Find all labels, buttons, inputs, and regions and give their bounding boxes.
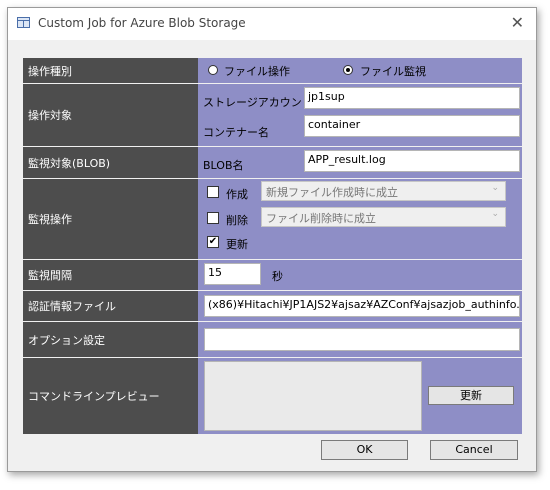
interval-label: 監視間隔 — [23, 260, 198, 290]
auth-file-label: 認証情報ファイル — [23, 291, 198, 321]
monitor-ops-area: 作成 新規ファイル作成時に成立 ⌄ 削除 ファイル削除時に成立 ⌄ ✔ 更新 — [198, 179, 522, 259]
close-icon[interactable]: ✕ — [511, 13, 524, 32]
ok-button[interactable]: OK — [321, 440, 408, 460]
interval-unit: 秒 — [272, 270, 283, 283]
options-area — [198, 322, 522, 357]
file-monitor-radio[interactable] — [343, 65, 353, 75]
options-input[interactable] — [204, 328, 520, 351]
delete-condition-select[interactable]: ファイル削除時に成立 ⌄ — [261, 207, 506, 227]
command-line-preview-box — [204, 361, 422, 431]
auth-file-area: (x86)¥Hitachi¥JP1AJS2¥ajsaz¥AZConf¥ajsaz… — [198, 291, 522, 321]
title-bar: Custom Job for Azure Blob Storage ✕ — [8, 8, 536, 40]
update-checkbox[interactable]: ✔ — [207, 236, 219, 248]
file-ops-radio-label[interactable]: ファイル操作 — [224, 63, 290, 79]
delete-label[interactable]: 削除 — [226, 212, 248, 228]
container-label: コンテナー名 — [203, 126, 269, 139]
blob-label: 監視対象(BLOB) — [23, 147, 198, 178]
monitor-ops-label: 監視操作 — [23, 179, 198, 259]
target-label: 操作対象 — [23, 84, 198, 146]
interval-area: 15 秒 — [198, 260, 522, 290]
create-condition-value: 新規ファイル作成時に成立 — [266, 186, 398, 199]
storage-account-input[interactable]: jp1sup — [304, 87, 520, 109]
delete-checkbox[interactable] — [207, 212, 219, 224]
update-label[interactable]: 更新 — [226, 236, 248, 252]
cancel-button[interactable]: Cancel — [430, 440, 518, 460]
auth-file-input[interactable]: (x86)¥Hitachi¥JP1AJS2¥ajsaz¥AZConf¥ajsaz… — [204, 295, 520, 317]
file-monitor-radio-label[interactable]: ファイル監視 — [360, 63, 426, 79]
blob-name-input[interactable]: APP_result.log — [304, 150, 520, 172]
custom-job-dialog: Custom Job for Azure Blob Storage ✕ 操作種別… — [7, 7, 537, 472]
create-label[interactable]: 作成 — [226, 186, 248, 202]
app-window-icon — [17, 17, 30, 28]
create-checkbox[interactable] — [207, 186, 219, 198]
chevron-down-icon: ⌄ — [491, 183, 499, 193]
interval-input[interactable]: 15 — [204, 263, 261, 285]
window-title: Custom Job for Azure Blob Storage — [38, 16, 246, 30]
blob-name-label: BLOB名 — [203, 159, 244, 172]
options-label: オプション設定 — [23, 322, 198, 357]
chevron-down-icon: ⌄ — [491, 209, 499, 219]
file-ops-radio[interactable] — [208, 65, 218, 75]
preview-area: 更新 — [198, 358, 522, 434]
create-condition-select[interactable]: 新規ファイル作成時に成立 ⌄ — [261, 181, 506, 201]
container-input[interactable]: container — [304, 115, 520, 137]
delete-condition-value: ファイル削除時に成立 — [266, 212, 376, 225]
preview-label: コマンドラインプレビュー — [23, 358, 198, 434]
preview-refresh-button[interactable]: 更新 — [428, 386, 514, 405]
target-area: ストレージアカウント名 jp1sup コンテナー名 container — [198, 84, 522, 146]
operation-type-area: ファイル操作 ファイル監視 — [198, 58, 522, 83]
operation-type-label: 操作種別 — [23, 58, 198, 83]
blob-area: BLOB名 APP_result.log — [198, 147, 522, 178]
